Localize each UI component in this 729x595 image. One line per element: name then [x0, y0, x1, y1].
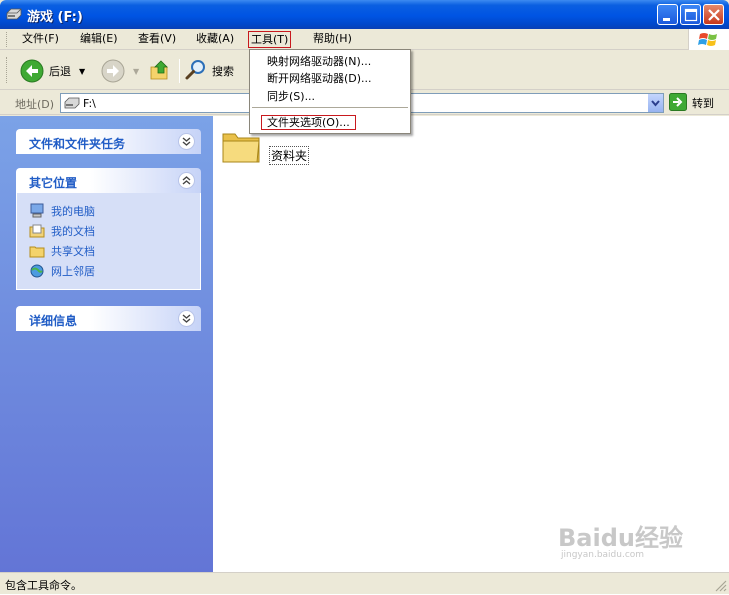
menu-file[interactable]: 文件(F): [22, 32, 59, 48]
file-folder-tasks-header[interactable]: 文件和文件夹任务: [16, 129, 201, 154]
details-box: 详细信息: [16, 306, 201, 331]
expand-chevron-icon[interactable]: [178, 133, 195, 150]
toolbar-separator: [179, 59, 180, 83]
other-places-body: 我的电脑 我的文档 共享文档 网上邻居: [16, 193, 201, 290]
drive-small-icon: [64, 96, 80, 113]
go-label: 转到: [692, 97, 714, 110]
watermark-brand: Baidu经验: [558, 524, 683, 552]
explorer-window: 游戏 (F:) 文件(F) 编辑(E) 查看(V) 收藏(A) 工具(T) 帮助…: [0, 0, 729, 594]
watermark-url: jingyan.baidu.com: [561, 550, 645, 560]
link-network-places[interactable]: 网上邻居: [29, 261, 200, 281]
task-pane: 文件和文件夹任务 其它位置 我的电脑 我的文档 共享文档 网上邻居 详细信息: [0, 116, 213, 572]
link-my-documents[interactable]: 我的文档: [29, 221, 200, 241]
my-documents-icon: [29, 223, 45, 239]
baidu-watermark: Baidu经验 jingyan.baidu.com: [213, 116, 729, 572]
search-button[interactable]: 搜索: [184, 57, 234, 85]
toolbar-grip: [6, 57, 9, 83]
other-places-header[interactable]: 其它位置: [16, 168, 201, 193]
link-network-places-label: 网上邻居: [51, 265, 95, 278]
menu-separator: [252, 107, 408, 108]
my-computer-icon: [29, 203, 45, 219]
link-my-computer-label: 我的电脑: [51, 205, 95, 218]
menubar-grip: [6, 32, 9, 47]
search-label: 搜索: [212, 65, 234, 78]
maximize-button[interactable]: [680, 4, 701, 25]
drive-icon: [6, 7, 22, 21]
file-folder-tasks-box: 文件和文件夹任务: [16, 129, 201, 154]
back-label: 后退: [49, 65, 71, 78]
minimize-button[interactable]: [657, 4, 678, 25]
up-folder-button[interactable]: [148, 57, 172, 85]
link-my-computer[interactable]: 我的电脑: [29, 201, 200, 221]
menu-item-synchronize[interactable]: 同步(S)...: [267, 88, 315, 105]
up-folder-icon: [148, 58, 172, 85]
search-icon: [184, 58, 208, 85]
expand-chevron-icon[interactable]: [178, 310, 195, 327]
forward-dropdown-icon[interactable]: ▼: [133, 67, 139, 76]
menu-edit[interactable]: 编辑(E): [80, 32, 118, 48]
menu-bar: 文件(F) 编辑(E) 查看(V) 收藏(A) 工具(T) 帮助(H): [0, 29, 729, 50]
folder-name: 资料夹: [269, 146, 310, 165]
title-bar[interactable]: 游戏 (F:): [0, 0, 729, 29]
menu-item-folder-options[interactable]: 文件夹选项(O)...: [261, 115, 356, 130]
menu-favorites[interactable]: 收藏(A): [196, 32, 234, 48]
collapse-chevron-icon[interactable]: [178, 172, 195, 189]
close-button[interactable]: [703, 4, 724, 25]
window-title: 游戏 (F:): [27, 10, 83, 25]
menu-view[interactable]: 查看(V): [138, 32, 176, 48]
network-places-icon: [29, 263, 45, 279]
go-arrow-icon: [669, 92, 687, 114]
back-button[interactable]: 后退 ▼: [20, 57, 85, 85]
file-folder-tasks-title: 文件和文件夹任务: [29, 137, 126, 151]
file-view[interactable]: 资料夹 Baidu经验 jingyan.baidu.com: [213, 116, 729, 572]
address-label: 地址(D): [15, 98, 55, 111]
other-places-box: 其它位置 我的电脑 我的文档 共享文档 网上邻居: [16, 168, 201, 290]
status-text: 包含工具命令。: [5, 579, 82, 592]
details-header[interactable]: 详细信息: [16, 306, 201, 331]
link-shared-documents[interactable]: 共享文档: [29, 241, 200, 261]
menu-item-disconnect-drive[interactable]: 断开网络驱动器(D)...: [267, 70, 372, 87]
tools-menu-dropdown: 映射网络驱动器(N)... 断开网络驱动器(D)... 同步(S)... 文件夹…: [249, 49, 411, 134]
resize-grip-icon[interactable]: [715, 580, 727, 592]
windows-logo: [688, 29, 729, 50]
shared-folder-icon: [29, 243, 45, 259]
status-bar: 包含工具命令。: [0, 572, 729, 594]
forward-button[interactable]: ▼: [101, 57, 139, 85]
menu-help[interactable]: 帮助(H): [313, 32, 352, 48]
other-places-title: 其它位置: [29, 176, 78, 190]
details-title: 详细信息: [29, 314, 78, 328]
back-arrow-icon: [20, 59, 44, 83]
forward-arrow-icon: [101, 59, 125, 83]
menu-item-map-drive[interactable]: 映射网络驱动器(N)...: [267, 53, 371, 70]
link-shared-documents-label: 共享文档: [51, 245, 95, 258]
back-dropdown-icon[interactable]: ▼: [79, 67, 85, 76]
address-dropdown-button[interactable]: [647, 94, 663, 112]
address-value: F:\: [83, 97, 96, 110]
menu-tools[interactable]: 工具(T): [248, 31, 292, 48]
go-button[interactable]: 转到: [669, 92, 714, 114]
link-my-documents-label: 我的文档: [51, 225, 95, 238]
